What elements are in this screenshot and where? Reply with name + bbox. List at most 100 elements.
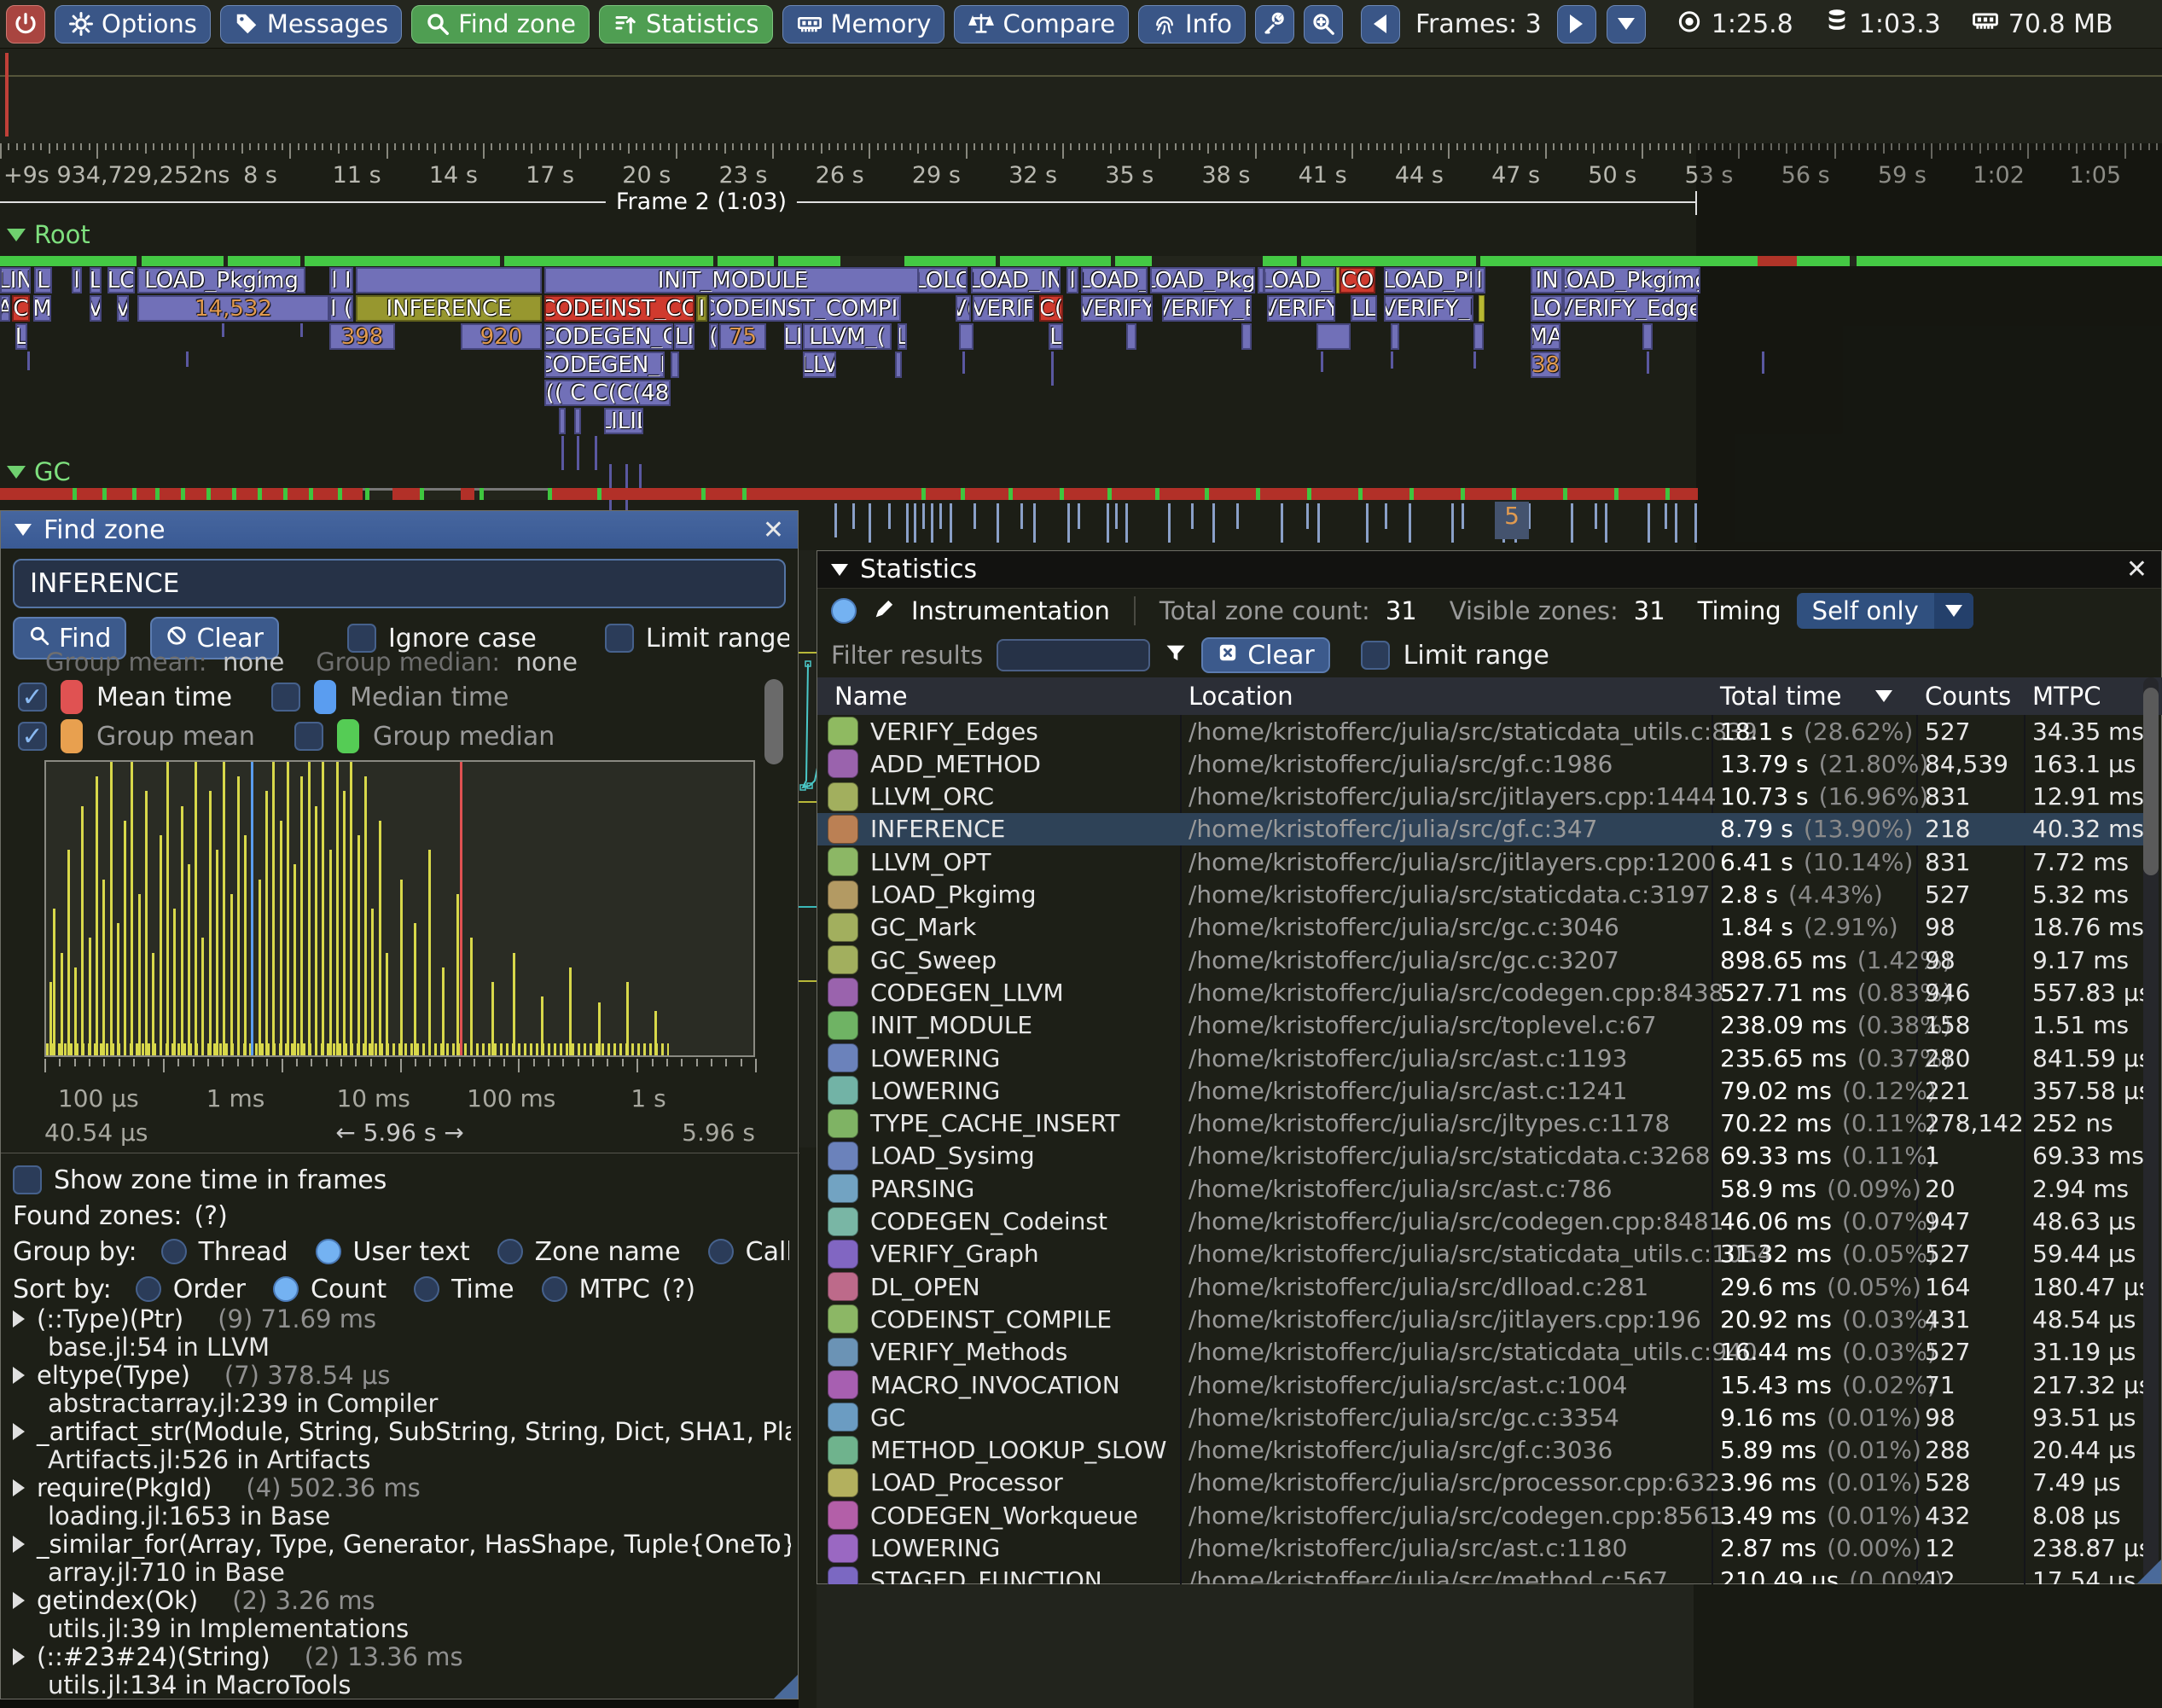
timeline-zone-codegen-l[interactable]: CODEGEN_L: [544, 351, 665, 378]
timeline-zone-c-[interactable]: C(: [1039, 295, 1063, 322]
timeline-zone-inference[interactable]: INFERENCE: [356, 295, 542, 322]
power-button[interactable]: [6, 5, 45, 44]
toolbar-compare-button[interactable]: Compare: [954, 5, 1129, 44]
gc-zone-tick[interactable]: [1462, 503, 1464, 529]
find-zone-scrollbar-thumb[interactable]: [764, 679, 783, 764]
timeline-zone[interactable]: [1241, 323, 1252, 350]
timeline-zone-l[interactable]: l: [1473, 267, 1485, 293]
close-icon[interactable]: ✕: [763, 515, 784, 545]
mean-time-checkbox[interactable]: ✓: [18, 683, 47, 712]
timeline-zone[interactable]: [574, 408, 581, 434]
table-row-macro_invocation[interactable]: MACRO_INVOCATION/home/kristofferc/julia/…: [817, 1368, 2146, 1401]
table-row-lowering[interactable]: LOWERING/home/kristofferc/julia/src/ast.…: [817, 1532, 2146, 1565]
find-zone-titlebar[interactable]: Find zone ✕: [1, 511, 798, 549]
zone-search-input[interactable]: [13, 559, 786, 608]
table-row-load_sysimg[interactable]: LOAD_Sysimg/home/kristofferc/julia/src/s…: [817, 1140, 2146, 1172]
timeline-zone-lin[interactable]: LIN: [0, 267, 31, 293]
gc-zone-tick[interactable]: [1605, 503, 1607, 543]
statistics-titlebar[interactable]: Statistics ✕: [817, 551, 2161, 589]
table-row-verify_graph[interactable]: VERIFY_Graph/home/kristofferc/julia/src/…: [817, 1238, 2146, 1270]
gc-zone-tick[interactable]: [1694, 503, 1697, 543]
median-time-checkbox[interactable]: ✓: [271, 683, 300, 712]
timeline-zone-m[interactable]: M: [33, 295, 51, 322]
table-row-add_method[interactable]: ADD_METHOD/home/kristofferc/julia/src/gf…: [817, 747, 2146, 780]
gc-zone-tick[interactable]: [922, 503, 925, 529]
table-row-parsing[interactable]: PARSING/home/kristofferc/julia/src/ast.c…: [817, 1172, 2146, 1205]
zone-time-histogram[interactable]: [44, 760, 755, 1057]
gc-zone-tick[interactable]: [1191, 503, 1194, 529]
table-row-gc_sweep[interactable]: GC_Sweep/home/kristofferc/julia/src/gc.c…: [817, 944, 2146, 976]
timeline-zone-lc[interactable]: LC: [108, 267, 135, 293]
toolbar-statistics-button[interactable]: Statistics: [599, 5, 773, 44]
gc-zone-tick[interactable]: [869, 503, 871, 543]
limit-range-checkbox[interactable]: ✓: [605, 624, 634, 653]
timeline-zone--[interactable]: (: [709, 323, 718, 350]
timeline-zone-load-in[interactable]: LOAD_IN: [971, 267, 1061, 293]
timeline-zone-l[interactable]: L: [898, 323, 907, 350]
timeline-zone-l[interactable]: l: [72, 267, 82, 293]
timeline-zone-codeinst-co[interactable]: CODEINST_CO: [544, 295, 695, 322]
timeline-zone-l[interactable]: L: [34, 267, 52, 293]
timeline-zone-llv[interactable]: LLV: [803, 351, 836, 378]
timeline-zone-a[interactable]: A: [0, 295, 10, 322]
table-row-init_module[interactable]: INIT_MODULE/home/kristofferc/julia/src/t…: [817, 1009, 2146, 1042]
table-row-gc[interactable]: GC/home/kristofferc/julia/src/gc.c:33549…: [817, 1401, 2146, 1433]
range-span-label[interactable]: ← 5.96 s →: [335, 1118, 464, 1147]
gc-zone-tick[interactable]: [1451, 503, 1454, 543]
table-row-dl_open[interactable]: DL_OPEN/home/kristofferc/julia/src/dlloa…: [817, 1270, 2146, 1303]
expand-arrow-icon[interactable]: [13, 1423, 25, 1440]
gc-activity-bar[interactable]: [0, 488, 1698, 500]
timeline-zone-v-[interactable]: V(: [956, 295, 971, 322]
timeline-zone-l[interactable]: l: [1066, 267, 1078, 293]
gc-zone-tick[interactable]: [1675, 503, 1677, 543]
gc-zone-tick[interactable]: [1571, 503, 1573, 543]
gc-zone-tick[interactable]: [852, 503, 855, 529]
gc-zone-tick[interactable]: [1317, 503, 1320, 543]
toolbar-messages-button[interactable]: Messages: [220, 5, 402, 44]
timeline-zone-li[interactable]: LI: [784, 323, 802, 350]
thread-radio[interactable]: [161, 1239, 187, 1264]
timeline-zone-l[interactable]: L: [15, 323, 27, 350]
timeline-zone--c-c-c-48[interactable]: (( C C(C(48: [544, 380, 671, 406]
gc-zone-tick[interactable]: [1033, 503, 1036, 543]
timeline-zone-verify[interactable]: VERIFY: [1081, 295, 1153, 322]
timeline-zone[interactable]: [959, 323, 973, 350]
timeline-zone-v[interactable]: V: [90, 295, 102, 322]
timeline-zone-i-[interactable]: I (: [329, 295, 353, 322]
timeline-zone[interactable]: [1316, 323, 1351, 350]
gc-zone-tick[interactable]: [1107, 503, 1109, 543]
toolbar-find-zone-button[interactable]: Find zone: [411, 5, 590, 44]
time-radio[interactable]: [414, 1276, 439, 1302]
timeline-zone[interactable]: [895, 351, 902, 378]
gc-zone-tick[interactable]: [1648, 503, 1650, 543]
expand-arrow-icon[interactable]: [13, 1479, 25, 1496]
timeline-zone-load-pkgimg[interactable]: LOAD_Pkgimg: [137, 267, 305, 293]
table-row-verify_methods[interactable]: VERIFY_Methods/home/kristofferc/julia/sr…: [817, 1336, 2146, 1368]
timeline-zone-75[interactable]: 75: [719, 323, 766, 350]
timeline-zone-920[interactable]: 920: [461, 323, 542, 350]
prev-frame-button[interactable]: [1361, 5, 1400, 44]
timeline-zone-li[interactable]: LI: [674, 323, 695, 350]
help-icon[interactable]: (?): [194, 1201, 227, 1231]
timeline-zone-codegen-c[interactable]: CODEGEN_C: [544, 323, 673, 350]
timeline-zone-init-module[interactable]: INIT_MODULE: [544, 267, 921, 293]
timeline-zone[interactable]: [356, 267, 542, 293]
table-row-codegen_codeinst[interactable]: CODEGEN_Codeinst/home/kristofferc/julia/…: [817, 1205, 2146, 1238]
expand-arrow-icon[interactable]: [13, 1367, 25, 1384]
timeline-zone-load-i[interactable]: LOAD_I: [1264, 267, 1335, 293]
found-zone-item[interactable]: _artifact_str(Module, String, SubString,…: [13, 1417, 791, 1473]
toolbar-zoom-button[interactable]: [1304, 5, 1343, 44]
timeline-zone-codeinst-compil[interactable]: CODEINST_COMPIL: [709, 295, 901, 322]
gc-zone-tick[interactable]: [834, 503, 837, 537]
group-median-checkbox[interactable]: ✓: [294, 722, 323, 751]
timeline-zone-c[interactable]: C: [12, 295, 30, 322]
timeline-zone-v[interactable]: V: [117, 295, 129, 322]
timeline-zone-verify-edge[interactable]: VERIFY_Edge: [1563, 295, 1698, 322]
timeline-zone[interactable]: [671, 351, 679, 378]
timeline-zone-load-[interactable]: LOAD_: [1081, 267, 1148, 293]
column-header-location[interactable]: Location: [1189, 682, 1293, 711]
filter-clear-button[interactable]: Clear: [1201, 637, 1329, 673]
expand-arrow-icon[interactable]: [13, 1536, 25, 1553]
gc-zone-tick[interactable]: [1125, 503, 1128, 543]
zone-name-radio[interactable]: [497, 1239, 523, 1264]
